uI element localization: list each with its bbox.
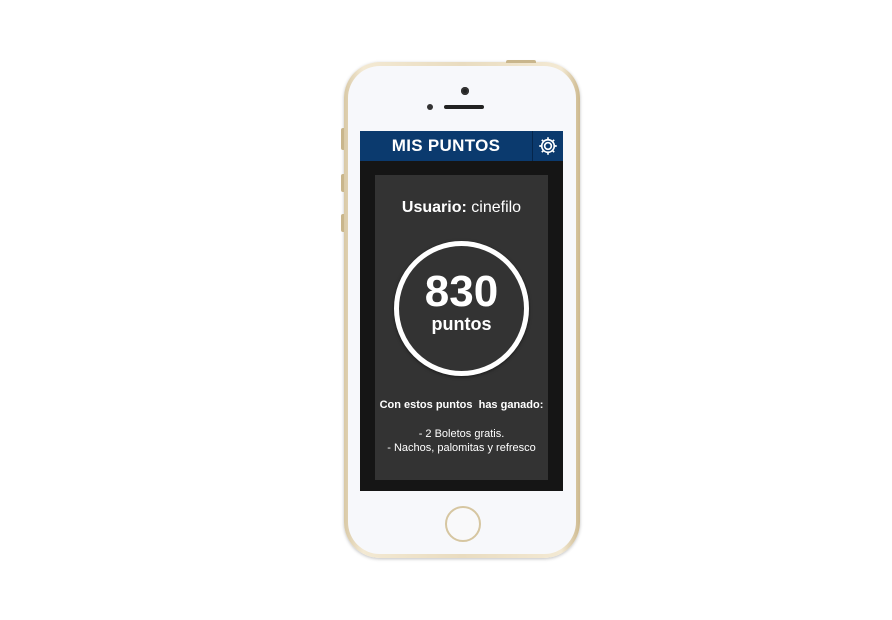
reward-item: - Nachos, palomitas y refresco	[387, 442, 536, 454]
home-button[interactable]	[445, 506, 481, 542]
user-label: Usuario:	[401, 199, 467, 216]
earpiece-speaker	[444, 105, 484, 109]
settings-button[interactable]	[532, 131, 563, 161]
user-line: Usuario: cinefilo	[375, 199, 548, 217]
rewards-list: - 2 Boletos gratis. - Nachos, palomitas …	[375, 427, 548, 455]
mute-switch	[341, 128, 344, 150]
points-card: Usuario: cinefilo 830 puntos Con estos p…	[375, 175, 548, 480]
gear-icon	[539, 137, 557, 155]
app-screen: MIS PUNTOS Usuario: cinefilo 830 puntos	[360, 131, 563, 491]
rewards-heading: Con estos puntos has ganado:	[379, 399, 544, 411]
page-title: MIS PUNTOS	[391, 136, 501, 155]
user-name: cinefilo	[471, 199, 522, 216]
reward-item: - 2 Boletos gratis.	[418, 428, 505, 440]
power-button	[506, 60, 536, 63]
points-circle: 830 puntos	[394, 241, 529, 376]
app-header: MIS PUNTOS	[360, 131, 563, 161]
volume-down-button	[341, 214, 344, 232]
points-value: 830	[424, 267, 499, 316]
points-unit: puntos	[431, 314, 492, 334]
stage: MIS PUNTOS Usuario: cinefilo 830 puntos	[0, 0, 892, 620]
front-camera	[461, 87, 469, 95]
volume-up-button	[341, 174, 344, 192]
proximity-sensor	[427, 104, 433, 110]
